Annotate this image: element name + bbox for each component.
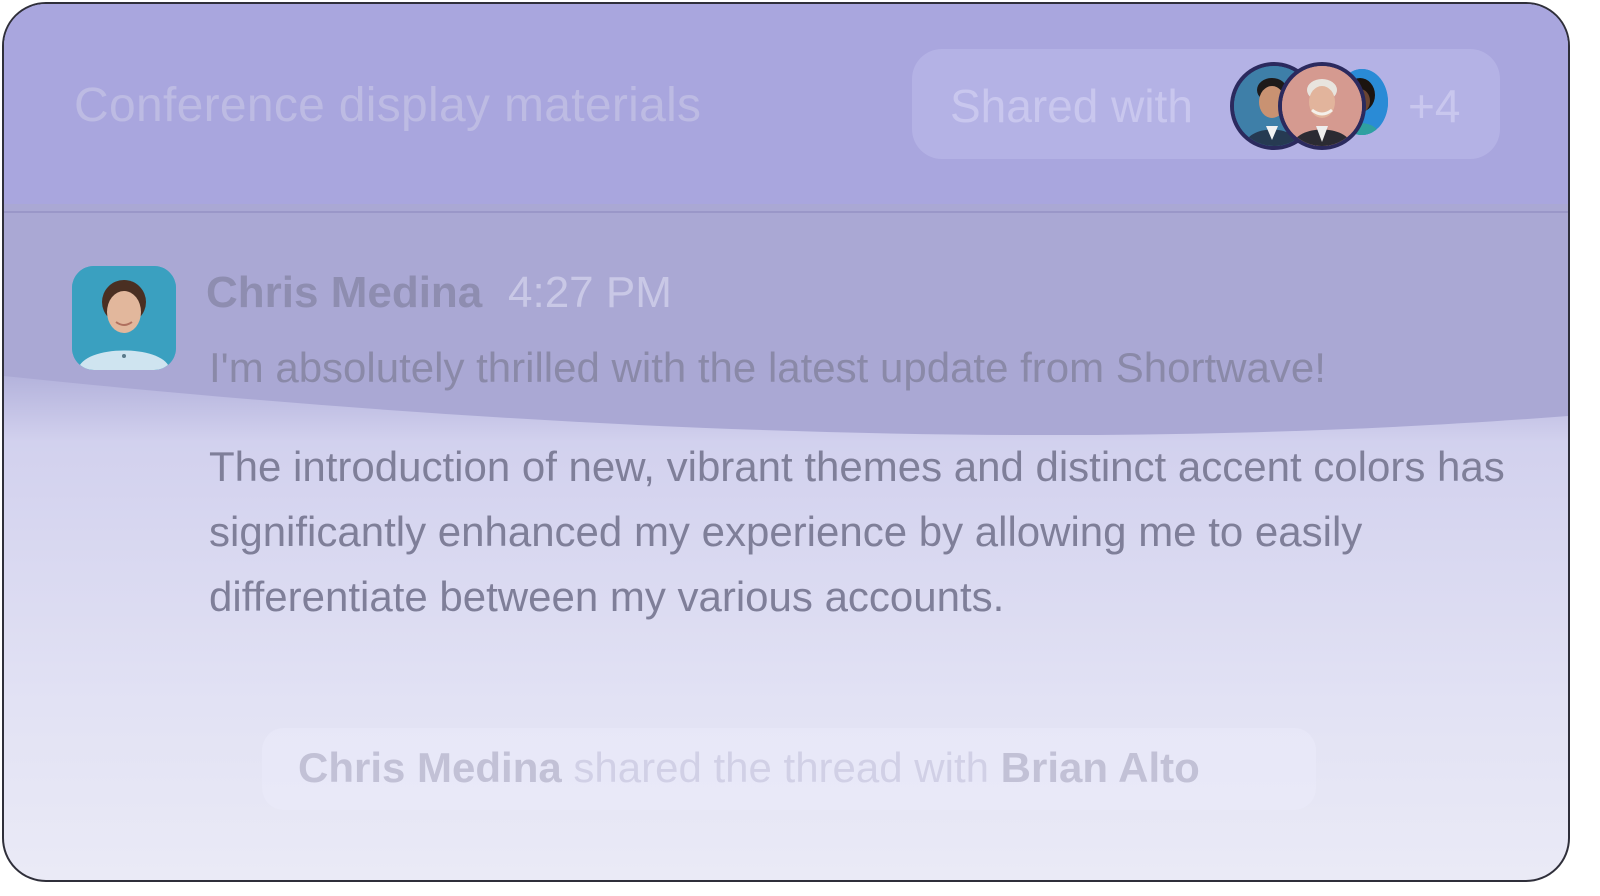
author-avatar[interactable] bbox=[72, 266, 176, 370]
message-author[interactable]: Chris Medina bbox=[206, 268, 482, 318]
event-actor: Chris Medina bbox=[298, 744, 562, 791]
message-timestamp: 4:27 PM bbox=[508, 268, 672, 317]
thread-header: Conference display materials Shared with bbox=[4, 4, 1568, 213]
thread-event-text: Chris Medina shared the thread with Bria… bbox=[298, 744, 1200, 792]
avatar bbox=[1278, 62, 1366, 150]
event-action: shared the thread with bbox=[561, 744, 1001, 791]
thread-card: Conference display materials Shared with bbox=[2, 2, 1570, 882]
shared-with-button[interactable]: Shared with +4 bbox=[912, 49, 1500, 159]
event-target: Brian Alto bbox=[1000, 744, 1200, 791]
message-body: The introduction of new, vibrant themes … bbox=[209, 443, 1505, 620]
shared-avatars[interactable] bbox=[1230, 62, 1410, 150]
shared-more-count: +4 bbox=[1408, 80, 1461, 132]
thread-event-notice: Chris Medina shared the thread with Bria… bbox=[262, 728, 1316, 810]
shared-with-label: Shared with bbox=[950, 80, 1193, 132]
thread-title: Conference display materials bbox=[74, 79, 702, 132]
message-first-line: I'm absolutely thrilled with the latest … bbox=[209, 344, 1326, 391]
